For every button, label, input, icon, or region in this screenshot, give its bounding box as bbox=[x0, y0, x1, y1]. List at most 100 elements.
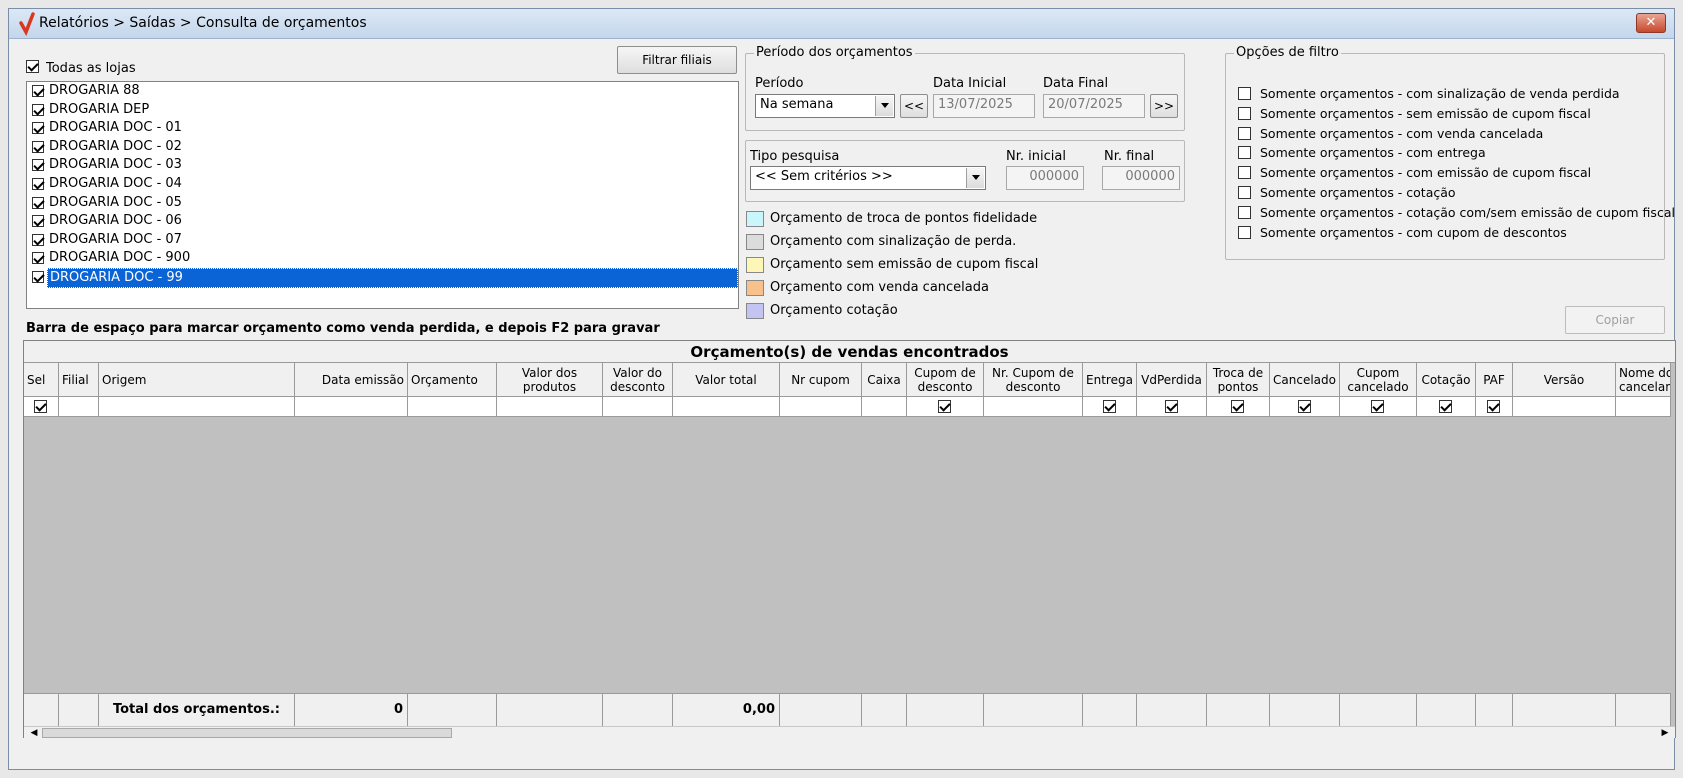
previous-period-button[interactable]: << bbox=[900, 94, 928, 118]
column-filter-cell[interactable] bbox=[1513, 397, 1616, 417]
store-list-item[interactable]: DROGARIA DOC - 01 bbox=[27, 119, 738, 137]
store-list-item[interactable]: DROGARIA DOC - 06 bbox=[27, 212, 738, 230]
column-filter-cell[interactable] bbox=[1083, 397, 1137, 417]
column-filter-checkbox[interactable] bbox=[1487, 400, 1500, 413]
copy-button[interactable]: Copiar bbox=[1565, 306, 1665, 334]
column-header[interactable]: Valor total bbox=[673, 363, 780, 397]
end-date-field[interactable]: 20/07/2025 bbox=[1043, 94, 1145, 118]
store-checkbox[interactable] bbox=[32, 252, 44, 265]
column-filter-cell[interactable] bbox=[984, 397, 1083, 417]
column-header[interactable]: Entrega bbox=[1083, 363, 1137, 397]
column-filter-checkbox[interactable] bbox=[1371, 400, 1384, 413]
column-header[interactable]: VdPerdida bbox=[1137, 363, 1207, 397]
column-header[interactable]: Nr cupom bbox=[780, 363, 862, 397]
column-filter-checkbox[interactable] bbox=[1231, 400, 1244, 413]
column-filter-cell[interactable] bbox=[59, 397, 99, 417]
close-button[interactable]: ✕ bbox=[1636, 13, 1666, 33]
column-filter-cell[interactable] bbox=[780, 397, 862, 417]
column-filter-cell[interactable] bbox=[1417, 397, 1476, 417]
column-header[interactable]: Valor dos produtos bbox=[497, 363, 603, 397]
column-header[interactable]: Origem bbox=[99, 363, 295, 397]
results-grid[interactable]: Orçamento(s) de vendas encontrados Sel Fi… bbox=[23, 340, 1676, 738]
column-header[interactable]: Cupom cancelado bbox=[1340, 363, 1417, 397]
horizontal-scrollbar[interactable]: ◀ ▶ bbox=[24, 726, 1675, 738]
next-period-button[interactable]: >> bbox=[1150, 94, 1178, 118]
column-header[interactable]: Nome do cancelamento bbox=[1616, 363, 1671, 397]
chevron-down-icon[interactable] bbox=[966, 168, 984, 188]
store-checkbox[interactable] bbox=[32, 140, 44, 153]
column-header[interactable]: Versão bbox=[1513, 363, 1616, 397]
column-header[interactable]: Valor do desconto bbox=[603, 363, 673, 397]
column-header[interactable]: Cancelado bbox=[1270, 363, 1340, 397]
column-filter-cell[interactable] bbox=[603, 397, 673, 417]
filter-option-checkbox[interactable] bbox=[1238, 166, 1251, 180]
store-list-item[interactable]: DROGARIA DOC - 02 bbox=[27, 138, 738, 156]
column-filter-cell[interactable] bbox=[862, 397, 907, 417]
store-checkbox[interactable] bbox=[32, 103, 44, 116]
scroll-left-icon[interactable]: ◀ bbox=[26, 727, 42, 739]
filter-option-checkbox[interactable] bbox=[1238, 87, 1251, 100]
column-header[interactable]: Data emissão bbox=[295, 363, 408, 397]
column-filter-checkbox[interactable] bbox=[1164, 400, 1178, 413]
store-list-item[interactable]: DROGARIA DOC - 99 bbox=[27, 268, 738, 288]
column-filter-checkbox[interactable] bbox=[1297, 400, 1311, 413]
store-list[interactable]: DROGARIA 88 DROGARIA DEP DROGARIA DOC - 01… bbox=[26, 81, 739, 309]
store-list-item[interactable]: DROGARIA DOC - 04 bbox=[27, 175, 738, 193]
column-header[interactable]: Orçamento bbox=[408, 363, 497, 397]
period-dropdown[interactable]: Na semana bbox=[755, 94, 895, 118]
filter-option-checkbox[interactable] bbox=[1238, 225, 1251, 239]
column-filter-cell[interactable] bbox=[1340, 397, 1417, 417]
column-header[interactable]: PAF bbox=[1476, 363, 1513, 397]
column-filter-cell[interactable] bbox=[497, 397, 603, 417]
column-header[interactable]: Caixa bbox=[862, 363, 907, 397]
filter-branches-button[interactable]: Filtrar filiais bbox=[617, 46, 737, 74]
column-header[interactable]: Nr. Cupom de desconto bbox=[984, 363, 1083, 397]
all-stores-checkbox[interactable] bbox=[26, 60, 39, 73]
column-header[interactable]: Cupom de desconto bbox=[907, 363, 984, 397]
search-type-dropdown[interactable]: << Sem critérios >> bbox=[750, 166, 986, 190]
store-checkbox[interactable] bbox=[32, 122, 44, 135]
filter-option-checkbox[interactable] bbox=[1238, 205, 1251, 219]
filter-option-checkbox[interactable] bbox=[1238, 186, 1251, 199]
filter-option-checkbox[interactable] bbox=[1238, 146, 1251, 160]
scrollbar-thumb[interactable] bbox=[42, 728, 452, 738]
nr-start-field[interactable]: 000000 bbox=[1006, 166, 1084, 190]
filter-option-checkbox[interactable] bbox=[1238, 126, 1251, 140]
column-filter-cell[interactable] bbox=[907, 397, 984, 417]
store-checkbox[interactable] bbox=[32, 159, 44, 172]
start-date-field[interactable]: 13/07/2025 bbox=[933, 94, 1035, 118]
column-filter-cell[interactable] bbox=[1207, 397, 1270, 417]
store-list-item[interactable]: DROGARIA DOC - 07 bbox=[27, 231, 738, 249]
column-filter-cell[interactable] bbox=[295, 397, 408, 417]
column-header[interactable]: Filial bbox=[59, 363, 99, 397]
store-checkbox[interactable] bbox=[32, 215, 44, 228]
column-filter-cell[interactable] bbox=[1476, 397, 1513, 417]
chevron-down-icon[interactable] bbox=[875, 96, 893, 116]
store-checkbox[interactable] bbox=[32, 85, 44, 97]
column-filter-checkbox[interactable] bbox=[1439, 400, 1452, 413]
store-checkbox[interactable] bbox=[32, 271, 44, 283]
column-filter-cell[interactable] bbox=[1270, 397, 1340, 417]
store-list-item[interactable]: DROGARIA DEP bbox=[27, 101, 738, 119]
store-list-item[interactable]: DROGARIA DOC - 03 bbox=[27, 156, 738, 174]
store-checkbox[interactable] bbox=[32, 178, 44, 190]
column-filter-cell[interactable] bbox=[1616, 397, 1671, 417]
store-list-item[interactable]: DROGARIA DOC - 900 bbox=[27, 249, 738, 267]
column-filter-checkbox[interactable] bbox=[1102, 400, 1116, 413]
column-filter-cell[interactable] bbox=[673, 397, 780, 417]
store-checkbox[interactable] bbox=[32, 196, 44, 209]
column-header[interactable]: Troca de pontos bbox=[1207, 363, 1270, 397]
filter-option-checkbox[interactable] bbox=[1238, 106, 1251, 120]
column-header[interactable]: Cotação bbox=[1417, 363, 1476, 397]
column-filter-cell[interactable] bbox=[1137, 397, 1207, 417]
store-list-item[interactable]: DROGARIA 88 bbox=[27, 82, 738, 100]
column-filter-cell[interactable] bbox=[408, 397, 497, 417]
store-list-item[interactable]: DROGARIA DOC - 05 bbox=[27, 194, 738, 212]
column-filter-cell[interactable] bbox=[99, 397, 295, 417]
column-filter-checkbox[interactable] bbox=[938, 400, 951, 413]
column-filter-checkbox[interactable] bbox=[34, 400, 47, 413]
scroll-right-icon[interactable]: ▶ bbox=[1657, 727, 1673, 739]
store-checkbox[interactable] bbox=[32, 233, 44, 246]
column-header[interactable]: Sel bbox=[24, 363, 59, 397]
column-filter-cell[interactable] bbox=[24, 397, 59, 417]
